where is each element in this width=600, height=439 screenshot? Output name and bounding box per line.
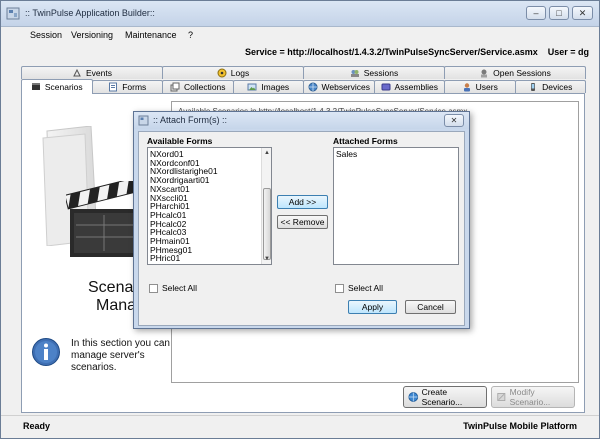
apply-button[interactable]: Apply	[348, 300, 397, 314]
tab-images-label: Images	[261, 82, 290, 92]
minimize-icon: –	[533, 8, 539, 18]
tab-forms-label: Forms	[122, 82, 147, 92]
tab-assemblies-label: Assemblies	[394, 82, 438, 92]
info-icon	[32, 338, 60, 366]
tab-devices[interactable]: Devices	[514, 80, 586, 93]
scroll-up-icon[interactable]: ▲	[262, 148, 271, 158]
menu-versioning[interactable]: Versioning	[71, 30, 113, 40]
tab-assemblies[interactable]: Assemblies	[373, 80, 445, 93]
tab-webservices[interactable]: Webservices	[303, 80, 375, 93]
select-all-left-label: Select All	[162, 283, 197, 293]
tab-webservices-label: Webservices	[321, 82, 371, 92]
scroll-down-icon[interactable]: ▼	[262, 254, 271, 264]
menu-session[interactable]: Session	[30, 30, 62, 40]
menu-maintenance[interactable]: Maintenance	[125, 30, 177, 40]
sessions-icon	[350, 70, 359, 77]
tab-events-label: Events	[86, 68, 112, 78]
select-all-right-checkbox[interactable]: Select All	[335, 283, 383, 293]
status-bar: Ready TwinPulse Mobile Platform	[1, 415, 599, 438]
checkbox-box[interactable]	[335, 283, 344, 293]
close-icon: ✕	[578, 7, 587, 18]
tab-logs-label: Logs	[230, 68, 250, 78]
tab-users[interactable]: Users	[444, 80, 516, 93]
list-item[interactable]: PHric01	[148, 254, 271, 263]
title-bar: :: TwinPulse Application Builder:: – □ ✕	[1, 1, 599, 27]
open-sessions-icon	[481, 69, 488, 78]
cancel-button[interactable]: Cancel	[405, 300, 456, 314]
modify-icon	[497, 393, 506, 401]
tab-open-sessions[interactable]: Open Sessions	[444, 66, 586, 79]
platform-name: TwinPulse Mobile Platform	[463, 421, 577, 431]
globe-icon	[408, 392, 419, 402]
available-forms-list[interactable]: NXord01 NXordconf01 NXordlistarighe01 NXord…	[147, 147, 272, 265]
tab-scenarios-label: Scenarios	[44, 82, 83, 92]
tab-events[interactable]: Events	[21, 66, 163, 79]
tab-images[interactable]: Images	[232, 80, 304, 93]
attach-forms-dialog: :: Attach Form(s) :: ✕ Available Forms A…	[133, 111, 470, 329]
attached-forms-label: Attached Forms	[333, 136, 398, 146]
forms-icon	[109, 82, 118, 92]
tab-collections-label: Collections	[183, 82, 226, 92]
select-all-right-label: Select All	[348, 283, 383, 293]
dialog-close-button[interactable]: ✕	[444, 114, 464, 127]
service-bar: Service = http://localhost/1.4.3.2/TwinP…	[1, 43, 599, 61]
service-url: Service = http://localhost/1.4.3.2/TwinP…	[245, 47, 589, 57]
checkbox-box[interactable]	[149, 283, 158, 293]
info-text: In this section you can manage server's …	[71, 338, 170, 373]
maximize-button[interactable]: □	[549, 6, 569, 20]
remove-button[interactable]: << Remove	[277, 215, 328, 229]
tab-row-top: Events Logs Sessions Open Sessions	[21, 66, 586, 79]
modify-scenario-button[interactable]: Modify Scenario...	[491, 386, 575, 408]
panel-heading-line1: Scena	[88, 279, 134, 296]
scroll-thumb[interactable]	[263, 188, 271, 260]
scenarios-icon	[31, 83, 40, 90]
close-button[interactable]: ✕	[572, 6, 593, 20]
dialog-title-bar: :: Attach Form(s) :: ✕	[134, 112, 469, 129]
maximize-icon: □	[556, 8, 562, 18]
minimize-button[interactable]: –	[526, 6, 546, 20]
attached-forms-list[interactable]: Sales	[333, 147, 459, 265]
tab-forms[interactable]: Forms	[91, 80, 163, 93]
close-icon: ✕	[450, 116, 458, 125]
modify-scenario-label: Modify Scenario...	[509, 387, 551, 407]
list-item[interactable]: Sales	[334, 150, 458, 159]
app-icon	[6, 7, 20, 20]
window-title: :: TwinPulse Application Builder::	[25, 8, 155, 18]
dialog-icon	[138, 115, 149, 126]
collections-icon	[170, 82, 180, 92]
dialog-body: Available Forms Attached Forms NXord01 NX…	[138, 131, 465, 326]
tab-users-label: Users	[475, 82, 498, 92]
assemblies-icon	[381, 83, 391, 91]
tab-row-bottom: Scenarios Forms Collections Images Webse…	[21, 79, 586, 94]
users-icon	[463, 83, 470, 92]
add-button[interactable]: Add >>	[277, 195, 328, 209]
create-scenario-label: Create Scenario...	[421, 387, 463, 407]
create-scenario-button[interactable]: Create Scenario...	[403, 386, 487, 408]
tab-collections[interactable]: Collections	[162, 80, 234, 93]
tab-devices-label: Devices	[542, 82, 573, 92]
tab-logs[interactable]: Logs	[162, 66, 304, 79]
tab-sessions-label: Sessions	[363, 68, 399, 78]
menu-bar: Session Versioning Maintenance ?	[1, 27, 599, 43]
panel-heading-line2: Mana	[96, 297, 137, 314]
available-forms-scrollbar[interactable]: ▲ ▼	[261, 148, 271, 264]
dialog-title: :: Attach Form(s) ::	[153, 115, 228, 125]
tab-open-sessions-label: Open Sessions	[493, 68, 551, 78]
available-forms-label: Available Forms	[147, 136, 213, 146]
devices-icon	[531, 83, 536, 91]
logs-icon	[217, 68, 227, 78]
tab-sessions[interactable]: Sessions	[303, 66, 445, 79]
webservices-icon	[308, 82, 317, 92]
events-icon	[73, 68, 81, 77]
menu-help[interactable]: ?	[188, 30, 193, 40]
tab-scenarios[interactable]: Scenarios	[21, 79, 93, 94]
status-text: Ready	[23, 421, 51, 431]
images-icon	[247, 83, 257, 91]
select-all-left-checkbox[interactable]: Select All	[149, 283, 197, 293]
